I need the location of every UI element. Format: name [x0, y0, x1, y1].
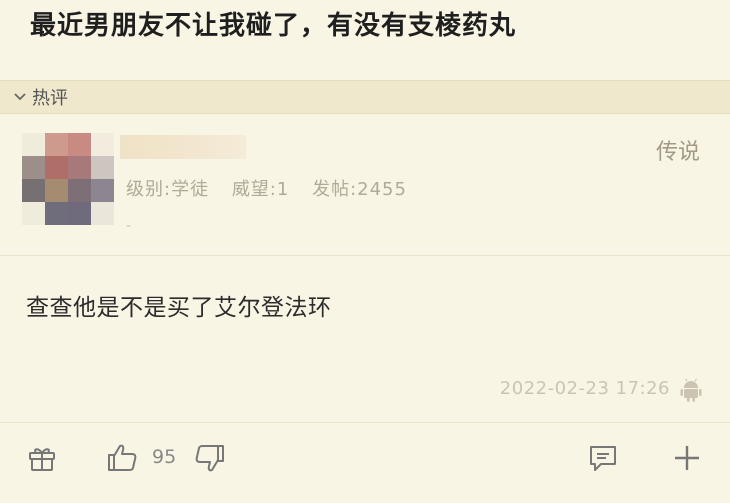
plus-icon[interactable] — [670, 442, 704, 474]
user-stats: 级别:学徒 威望:1 发帖:2455 — [126, 175, 423, 201]
divider — [0, 422, 730, 423]
avatar[interactable] — [22, 133, 114, 225]
user-level: 级别:学徒 — [126, 179, 210, 200]
user-post-count: 发帖:2455 — [312, 179, 407, 200]
thumbs-up-icon[interactable] — [106, 442, 140, 474]
android-icon — [680, 378, 702, 402]
divider — [0, 255, 730, 256]
comment-timestamp: 2022-02-23 17:26 — [499, 378, 670, 399]
comment-text: 查查他是不是买了艾尔登法环 — [26, 295, 332, 321]
comment-action-bar — [0, 425, 730, 495]
like-count: 95 — [152, 446, 177, 468]
hot-comments-header[interactable]: 热评 — [0, 80, 730, 114]
user-prestige: 威望:1 — [231, 179, 290, 200]
user-rank: 传说 — [655, 140, 700, 165]
comment-icon[interactable] — [586, 442, 620, 474]
chevron-down-icon[interactable] — [10, 87, 30, 107]
gift-icon[interactable] — [26, 442, 58, 474]
username-blurred[interactable] — [120, 135, 246, 159]
user-signature: - — [126, 218, 132, 234]
hot-comments-label: 热评 — [32, 88, 68, 109]
thumbs-down-icon[interactable] — [192, 442, 226, 474]
post-title: 最近男朋友不让我碰了，有没有支棱药丸 — [30, 11, 517, 41]
